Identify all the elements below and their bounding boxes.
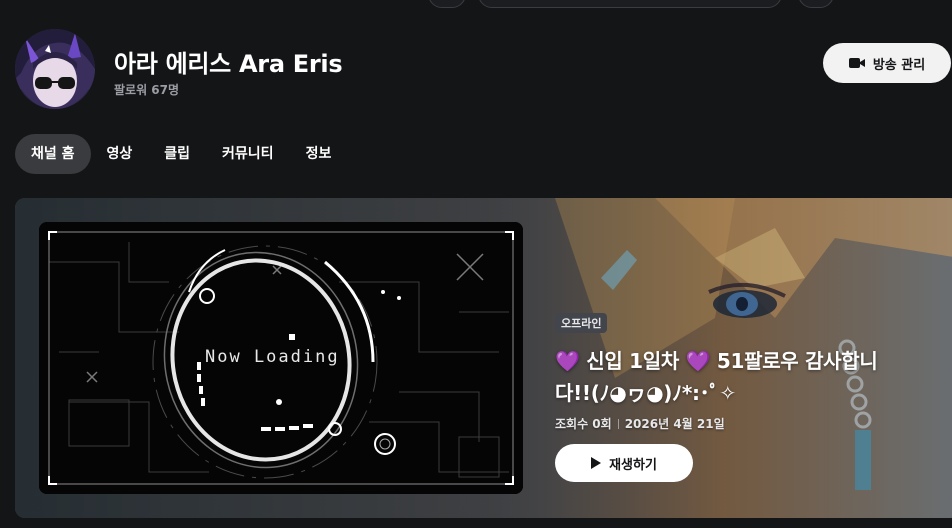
header-icon-button-2[interactable] (798, 0, 834, 8)
meta-divider (617, 418, 619, 429)
play-button[interactable]: 재생하기 (555, 444, 693, 482)
avatar-image (15, 29, 95, 109)
view-count: 조회수 0회 (555, 417, 612, 431)
play-icon (591, 457, 602, 469)
upload-date: 2026년 4월 21일 (624, 417, 725, 431)
video-title[interactable]: 💜 신입 1일차 💜 51팔로우 감사합니 다!!(ﾉ◕ヮ◕)ﾉ*:･ﾟ✧ (555, 345, 935, 409)
search-input[interactable] (478, 0, 782, 8)
video-camera-icon (848, 58, 865, 68)
status-badge: 오프라인 (555, 313, 608, 333)
video-title-line-1: 💜 신입 1일차 💜 51팔로우 감사합니 (555, 349, 878, 373)
channel-name: 아라 에리스 Ara Eris (114, 50, 343, 78)
tab-videos[interactable]: 영상 (91, 134, 149, 174)
now-loading-artwork: Now Loading (39, 222, 523, 494)
tab-clips[interactable]: 클립 (148, 134, 206, 174)
featured-video-card: Now Loading 오프라인 💜 신입 1일차 💜 51팔로우 감사합니 다… (15, 198, 952, 518)
follower-count: 팔로워 67명 (114, 83, 180, 97)
broadcast-manage-label: 방송 관리 (872, 57, 926, 73)
channel-tabs: 채널 홈 영상 클립 커뮤니티 정보 (15, 134, 347, 174)
avatar[interactable] (15, 29, 95, 109)
video-info: 오프라인 💜 신입 1일차 💜 51팔로우 감사합니 다!!(ﾉ◕ヮ◕)ﾉ*:･… (555, 312, 935, 482)
play-label: 재생하기 (609, 457, 657, 473)
thumbnail-caption: Now Loading (205, 347, 340, 367)
broadcast-manage-button[interactable]: 방송 관리 (823, 43, 951, 83)
video-meta: 조회수 0회 2026년 4월 21일 (555, 415, 935, 432)
header-icon-button[interactable] (428, 0, 466, 8)
video-thumbnail[interactable]: Now Loading (39, 222, 523, 494)
tab-channel-home[interactable]: 채널 홈 (15, 134, 91, 174)
tab-community[interactable]: 커뮤니티 (206, 134, 290, 174)
video-title-line-2: 다!!(ﾉ◕ヮ◕)ﾉ*:･ﾟ✧ (555, 381, 736, 405)
tab-about[interactable]: 정보 (290, 134, 348, 174)
